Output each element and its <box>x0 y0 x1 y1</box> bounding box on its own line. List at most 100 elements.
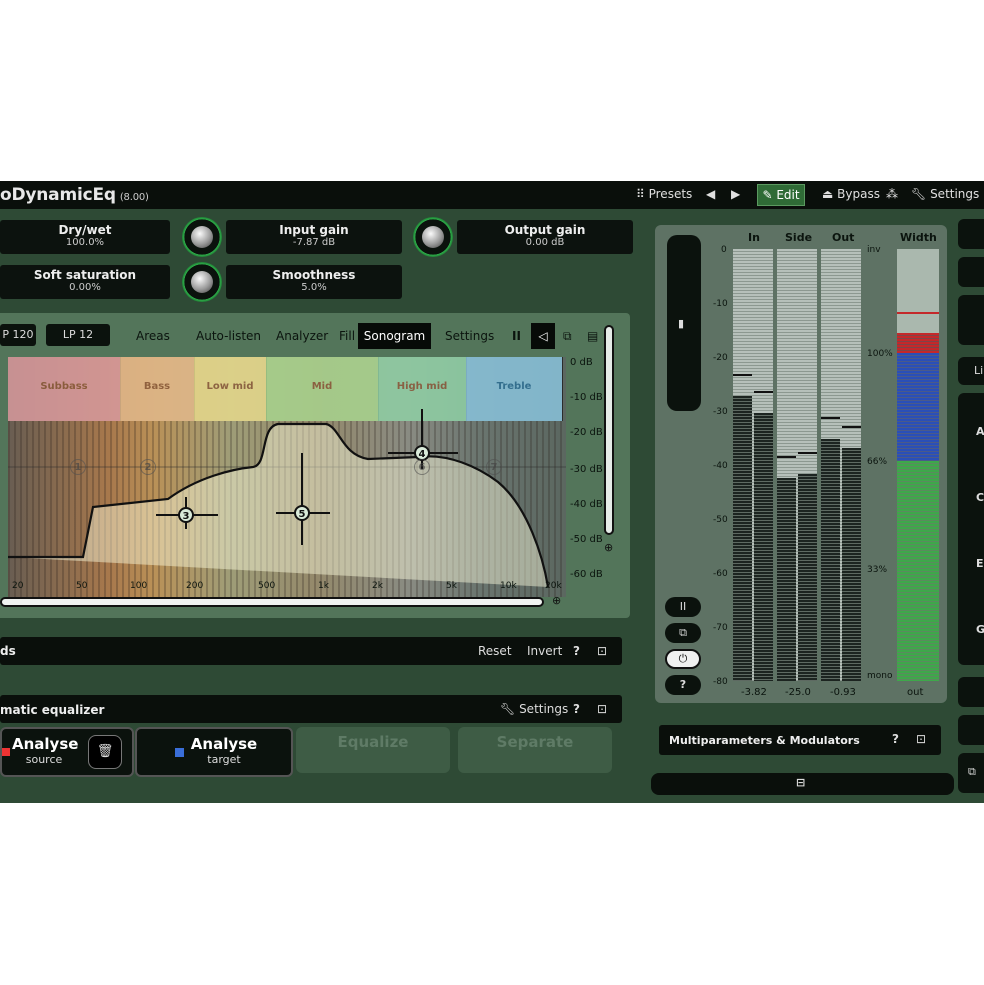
zoom-icon[interactable]: ⊕ <box>604 541 613 554</box>
horizontal-scrollbar[interactable] <box>0 597 544 607</box>
right-letter-a[interactable]: A <box>976 425 984 438</box>
right-panel-item-li[interactable]: Li <box>958 357 984 385</box>
eq-node-7[interactable]: 7 <box>486 459 502 475</box>
in-meter-left <box>733 373 753 681</box>
meter-scale-label: -80 <box>713 677 728 687</box>
right-panel-button-2[interactable] <box>958 257 984 287</box>
input-gain-knob[interactable] <box>182 217 222 257</box>
paste-icon[interactable]: ▤ <box>587 329 598 343</box>
equalize-button[interactable]: Equalize <box>296 727 450 773</box>
areas-button[interactable]: Areas <box>136 329 170 343</box>
collapse-bar[interactable]: ⊟ <box>651 773 954 795</box>
meter-mode-slider[interactable]: ▮ <box>667 235 701 411</box>
input-gain-value: -7.87 dB <box>292 237 336 248</box>
right-panel-button-5[interactable] <box>958 715 984 745</box>
right-panel-button-3[interactable] <box>958 295 984 345</box>
edit-button[interactable]: ✎ Edit <box>757 184 805 206</box>
eq-graph[interactable]: Subbass Bass Low mid Mid High mid Treble 1234… <box>8 357 566 597</box>
trash-icon[interactable]: 🗑︎ <box>88 735 122 769</box>
power-icon[interactable]: ⏻ <box>665 649 701 669</box>
vertical-zoom-slider[interactable] <box>604 325 614 535</box>
smoothness-param[interactable]: Smoothness 5.0% <box>226 265 402 299</box>
bands-help-button[interactable]: ? <box>573 644 580 658</box>
meter-link-button[interactable]: ⧉ <box>665 623 701 643</box>
output-gain-param[interactable]: Output gain 0.00 dB <box>457 220 633 254</box>
analyse-source-button[interactable]: Analyse source 🗑︎ <box>0 727 134 777</box>
smoothness-knob[interactable] <box>182 262 222 302</box>
right-panel-button-1[interactable] <box>958 219 984 249</box>
previous-preset-button[interactable]: ◀ <box>706 187 715 201</box>
pause-icon[interactable]: II <box>512 329 521 343</box>
width-red-zone <box>897 333 939 353</box>
separate-button[interactable]: Separate <box>458 727 612 773</box>
horizontal-zoom-icon[interactable]: ⊕ <box>552 594 561 607</box>
right-letter-c[interactable]: C <box>976 491 984 504</box>
soft-saturation-name: Soft saturation <box>33 268 137 282</box>
right-letter-g[interactable]: G <box>976 623 984 636</box>
wrench-icon: 🔧︎ <box>500 702 520 716</box>
analyse-target-title: Analyse <box>190 735 258 753</box>
bands-expand-icon[interactable]: ⊡ <box>597 644 607 658</box>
equalize-label: Equalize <box>337 733 409 751</box>
eq-node-1[interactable]: 1 <box>70 459 86 475</box>
freq-label: 10k <box>500 581 517 591</box>
sonogram-button[interactable]: Sonogram <box>358 323 431 349</box>
blue-square-icon <box>175 748 184 757</box>
freq-label: 50 <box>76 581 88 591</box>
title-bar: oDynamicEq (8.00) ⠿ Presets ◀ ▶ ✎ Edit ⏏ … <box>0 181 984 209</box>
output-gain-knob[interactable] <box>413 217 453 257</box>
speaker-icon[interactable]: ◁ <box>531 323 555 349</box>
meter-pause-button[interactable]: II <box>665 597 701 617</box>
drywet-param[interactable]: Dry/wet 100.0% <box>0 220 170 254</box>
soft-saturation-param[interactable]: Soft saturation 0.00% <box>0 265 170 299</box>
multiparameters-help-button[interactable]: ? <box>892 732 899 746</box>
lowpass-button[interactable]: LP 12 <box>46 324 110 346</box>
analyse-target-text: Analyse target <box>189 729 259 766</box>
multiparameters-expand-icon[interactable]: ⊡ <box>916 732 926 746</box>
analyzer-button[interactable]: Analyzer <box>276 329 328 343</box>
analyse-source-text: Analyse source <box>12 729 78 766</box>
out-meter <box>821 249 861 681</box>
db-label: 0 dB <box>570 357 593 368</box>
meter-scale-label: -40 <box>713 461 728 471</box>
settings-button[interactable]: 🔧︎ Settings <box>911 187 979 201</box>
red-square-icon <box>2 748 10 756</box>
collapse-icon[interactable]: ⊟ <box>796 776 805 789</box>
eq-node-3[interactable]: 3 <box>178 507 194 523</box>
eq-node-2[interactable]: 2 <box>140 459 156 475</box>
right-panel-button-4[interactable] <box>958 677 984 707</box>
input-gain-param[interactable]: Input gain -7.87 dB <box>226 220 402 254</box>
bands-section-header: ds Reset Invert ? ⊡ <box>0 637 622 665</box>
eq-toolbar: P 120 LP 12 Areas Auto-listen Analyzer F… <box>0 321 620 349</box>
tuning-fork-icon[interactable]: ⁂ <box>886 187 898 201</box>
right-panel-copy-button[interactable]: ⧉ <box>958 753 984 793</box>
meter-help-button[interactable]: ? <box>665 675 701 695</box>
meter-scale-label: -20 <box>713 353 728 363</box>
auto-eq-expand-icon[interactable]: ⊡ <box>597 702 607 716</box>
eq-panel: P 120 LP 12 Areas Auto-listen Analyzer F… <box>0 313 630 618</box>
analyse-target-button[interactable]: Analyse target <box>135 727 293 777</box>
fill-button[interactable]: Fill <box>339 329 355 343</box>
auto-eq-help-button[interactable]: ? <box>573 702 580 716</box>
soft-saturation-value: 0.00% <box>69 282 101 293</box>
side-meter <box>777 249 817 681</box>
copy-icon[interactable]: ⧉ <box>563 329 572 344</box>
auto-eq-settings-button[interactable]: 🔧︎ Settings <box>500 702 568 716</box>
grid-icon: ⠿ <box>636 187 649 201</box>
presets-button[interactable]: ⠿ Presets <box>636 187 692 201</box>
eq-node-5[interactable]: 5 <box>294 505 310 521</box>
invert-button[interactable]: Invert <box>527 644 562 658</box>
meter-peak <box>753 391 773 394</box>
reset-button[interactable]: Reset <box>478 644 512 658</box>
bypass-button[interactable]: ⏏ Bypass <box>822 187 880 201</box>
width-scale-label: 100% <box>867 349 893 359</box>
in-header: In <box>748 231 760 244</box>
highpass-button[interactable]: P 120 <box>0 324 36 346</box>
next-preset-button[interactable]: ▶ <box>731 187 740 201</box>
eq-node-6[interactable]: 6 <box>414 459 430 475</box>
meter-scale-label: -10 <box>713 299 728 309</box>
right-letter-e[interactable]: E <box>976 557 984 570</box>
db-label: -50 dB <box>570 534 603 545</box>
eq-settings-button[interactable]: Settings <box>445 329 494 343</box>
autolisten-button[interactable]: Auto-listen <box>196 329 261 343</box>
